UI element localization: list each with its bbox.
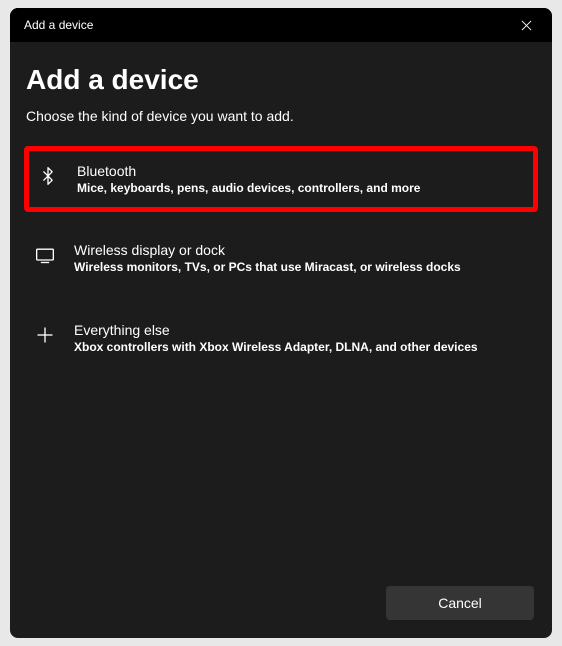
option-everything-description: Xbox controllers with Xbox Wireless Adap…	[74, 340, 478, 354]
add-device-dialog: Add a device Add a device Choose the kin…	[10, 8, 552, 638]
titlebar-title: Add a device	[24, 18, 93, 32]
dialog-content: Add a device Choose the kind of device y…	[10, 42, 552, 638]
option-bluetooth-title: Bluetooth	[77, 163, 420, 179]
option-wireless-title: Wireless display or dock	[74, 242, 461, 258]
plus-icon	[34, 324, 56, 346]
page-subtitle: Choose the kind of device you want to ad…	[24, 108, 538, 124]
page-heading: Add a device	[24, 64, 538, 96]
cancel-button[interactable]: Cancel	[386, 586, 534, 620]
option-bluetooth-text: Bluetooth Mice, keyboards, pens, audio d…	[77, 163, 420, 195]
option-wireless-text: Wireless display or dock Wireless monito…	[74, 242, 461, 274]
dialog-footer: Cancel	[24, 582, 538, 624]
option-bluetooth[interactable]: Bluetooth Mice, keyboards, pens, audio d…	[24, 146, 538, 212]
option-everything-text: Everything else Xbox controllers with Xb…	[74, 322, 478, 354]
monitor-icon	[34, 244, 56, 266]
option-wireless-display[interactable]: Wireless display or dock Wireless monito…	[24, 228, 538, 288]
option-wireless-description: Wireless monitors, TVs, or PCs that use …	[74, 260, 461, 274]
titlebar: Add a device	[10, 8, 552, 42]
option-everything-else[interactable]: Everything else Xbox controllers with Xb…	[24, 308, 538, 368]
close-icon	[521, 20, 532, 31]
option-bluetooth-description: Mice, keyboards, pens, audio devices, co…	[77, 181, 420, 195]
device-options-list: Bluetooth Mice, keyboards, pens, audio d…	[24, 146, 538, 388]
close-button[interactable]	[512, 11, 540, 39]
bluetooth-icon	[37, 165, 59, 187]
option-everything-title: Everything else	[74, 322, 478, 338]
